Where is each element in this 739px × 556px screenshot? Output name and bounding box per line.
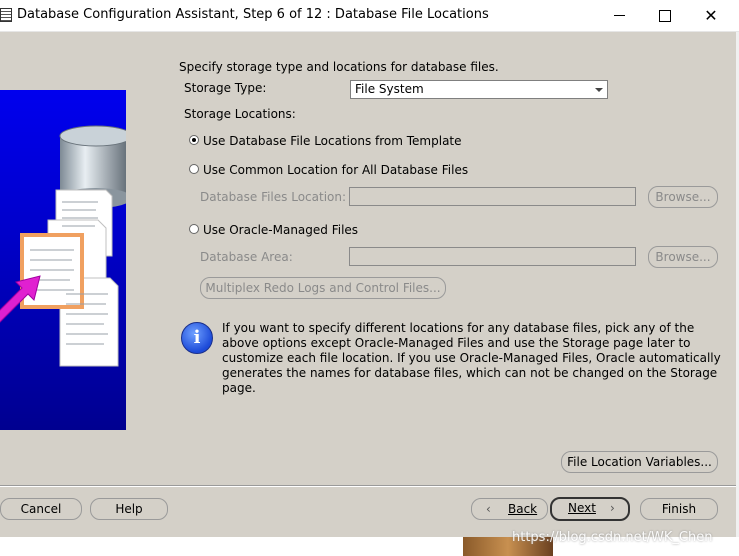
intro-text: Specify storage type and locations for d… — [179, 60, 499, 74]
help-button[interactable]: Help — [90, 498, 168, 520]
browse-files-location-button[interactable]: Browse... — [648, 186, 718, 208]
close-icon: ✕ — [704, 5, 718, 25]
back-label: Back — [508, 502, 538, 516]
storage-locations-label: Storage Locations: — [184, 107, 296, 121]
db-files-location-field[interactable] — [349, 187, 636, 206]
close-button[interactable]: ✕ — [688, 0, 734, 31]
db-files-location-label: Database Files Location: — [200, 190, 347, 204]
finish-button[interactable]: Finish — [640, 498, 718, 520]
file-location-variables-button[interactable]: File Location Variables... — [561, 451, 718, 473]
option-common-label[interactable]: Use Common Location for All Database Fil… — [203, 163, 468, 177]
storage-type-value: File System — [355, 82, 424, 96]
minimize-icon — [613, 15, 625, 16]
radio-oracle-managed[interactable] — [189, 224, 199, 234]
wizard-illustration — [0, 90, 126, 430]
cancel-button[interactable]: Cancel — [0, 498, 82, 520]
chevron-down-icon — [595, 88, 603, 92]
storage-type-select[interactable]: File System — [350, 80, 608, 99]
watermark-text: https://blog.csdn.net/WK_Chen — [512, 530, 713, 545]
radio-template[interactable] — [189, 135, 199, 145]
radio-common-location[interactable] — [189, 164, 199, 174]
browse-db-area-button[interactable]: Browse... — [648, 246, 718, 268]
chevron-right-icon: › — [610, 501, 615, 515]
option-template-label[interactable]: Use Database File Locations from Templat… — [203, 134, 462, 148]
info-icon: i — [181, 322, 213, 354]
app-icon — [0, 8, 12, 22]
next-button[interactable]: Next › — [550, 497, 630, 521]
chevron-left-icon: ‹ — [486, 502, 491, 516]
footer-divider — [0, 485, 736, 487]
db-area-label: Database Area: — [200, 250, 293, 264]
db-area-field[interactable] — [349, 247, 636, 266]
title-bar: Database Configuration Assistant, Step 6… — [0, 0, 739, 32]
next-label: Next — [568, 501, 596, 515]
maximize-icon — [659, 9, 671, 22]
maximize-button[interactable] — [642, 0, 688, 31]
minimize-button[interactable] — [596, 0, 642, 31]
window-title: Database Configuration Assistant, Step 6… — [17, 7, 489, 22]
database-files-illustration-icon — [0, 125, 126, 367]
option-omf-label[interactable]: Use Oracle-Managed Files — [203, 223, 358, 237]
multiplex-redo-logs-button[interactable]: Multiplex Redo Logs and Control Files... — [200, 277, 446, 299]
storage-type-label: Storage Type: — [184, 81, 267, 95]
back-button[interactable]: ‹ Back — [471, 498, 548, 520]
info-message: If you want to specify different locatio… — [222, 321, 721, 395]
